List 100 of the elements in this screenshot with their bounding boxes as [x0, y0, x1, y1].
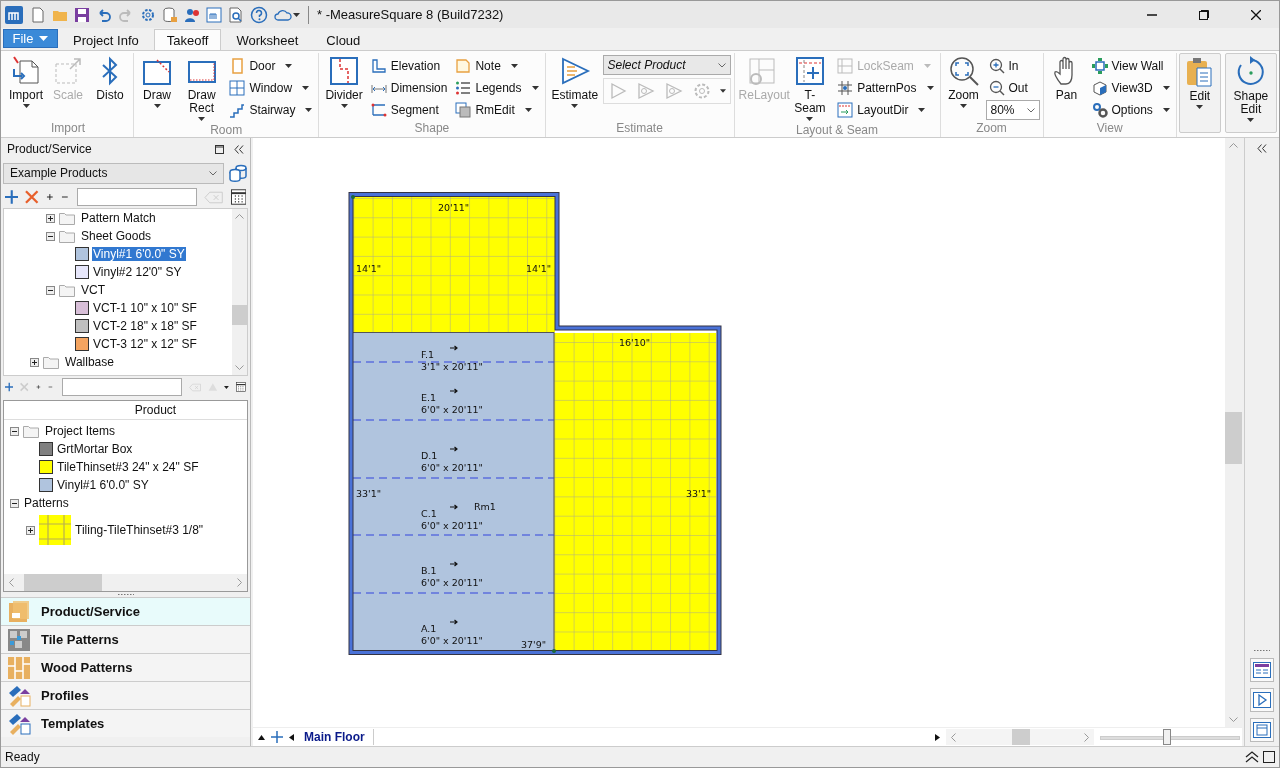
scroll-left-icon[interactable] [289, 733, 294, 741]
collapse-toggle-icon[interactable] [10, 498, 19, 508]
database-icon[interactable] [228, 164, 248, 182]
scrollbar[interactable] [946, 729, 1094, 745]
seam-line[interactable] [352, 592, 555, 594]
tile-area[interactable] [353, 197, 555, 332]
ribbon-button[interactable]: Out [985, 77, 1040, 98]
ribbon-button[interactable]: Divider [322, 53, 366, 121]
nav-item[interactable]: Profiles [1, 681, 250, 709]
splitter-handle[interactable] [1253, 649, 1271, 652]
vertex-dot[interactable] [351, 195, 355, 199]
nav-item[interactable]: Tile Patterns [1, 625, 250, 653]
scrollbar-thumb[interactable] [1012, 729, 1030, 745]
app-logo-icon[interactable] [4, 4, 24, 25]
scroll-up-icon[interactable] [258, 734, 265, 740]
ribbon-button[interactable]: Zoom [943, 53, 984, 121]
nav-item[interactable]: Templates [1, 709, 250, 737]
arrow-down-icon[interactable] [1229, 717, 1238, 723]
tile-area[interactable] [554, 333, 716, 651]
grid-icon[interactable] [236, 379, 246, 395]
caret-icon[interactable] [293, 12, 300, 17]
caret-icon[interactable] [224, 384, 230, 390]
arrow-left-icon[interactable] [950, 732, 956, 742]
arrow-left-icon[interactable] [8, 578, 14, 587]
ribbon-button[interactable]: Options [1088, 99, 1173, 120]
ribbon-button[interactable]: Draw Rect [179, 53, 225, 123]
scrollbar[interactable] [1225, 138, 1242, 727]
expand-toggle-icon[interactable] [30, 357, 39, 367]
add-icon[interactable] [5, 190, 19, 204]
seam-line[interactable] [352, 477, 555, 479]
add-icon[interactable] [271, 731, 283, 743]
layout-panel-button[interactable] [1250, 658, 1274, 682]
column-header[interactable]: Product [4, 401, 247, 420]
arrow-right-icon[interactable] [1084, 732, 1090, 742]
sheet-area[interactable] [353, 332, 554, 651]
ribbon-button[interactable]: RmEdit [452, 99, 542, 120]
scrollbar[interactable] [232, 209, 247, 375]
tree-item[interactable]: Vinyl#1 6'0.0" SY [92, 247, 186, 261]
tree-item[interactable]: Vinyl#2 12'0" SY [92, 265, 183, 279]
file-menu-button[interactable]: File [3, 29, 58, 48]
ribbon-tab[interactable]: Worksheet [223, 29, 312, 50]
ribbon-button[interactable]: Edit [1179, 54, 1220, 132]
ribbon-button[interactable]: Import [6, 53, 46, 121]
ribbon-button[interactable]: Draw [137, 53, 177, 123]
scroll-right-icon[interactable] [935, 733, 940, 741]
arrow-up-icon[interactable] [235, 213, 244, 219]
ribbon-button[interactable]: Estimate [548, 53, 601, 121]
app-box-icon[interactable] [206, 6, 222, 23]
user-award-icon[interactable] [184, 6, 200, 23]
ribbon-button[interactable]: Door [226, 55, 316, 76]
arrow-up-icon[interactable] [1229, 142, 1238, 148]
nav-item[interactable]: Wood Patterns [1, 653, 250, 681]
tree-item[interactable]: VCT-3 12" x 12" SF [92, 337, 198, 351]
ribbon-button[interactable]: Dimension [367, 77, 451, 98]
settings-icon[interactable] [140, 6, 156, 23]
sheet-tab[interactable]: Main Floor [300, 729, 374, 745]
play-panel-button[interactable] [1250, 688, 1274, 712]
collapse-icon[interactable] [234, 144, 244, 154]
ribbon-button[interactable]: Pan [1046, 53, 1087, 121]
square-icon[interactable] [1263, 751, 1275, 763]
ribbon-button[interactable]: PatternPos [834, 77, 937, 98]
tree-item[interactable]: Vinyl#1 6'0.0" SY [56, 478, 150, 492]
zoom-slider[interactable] [1100, 729, 1240, 745]
collapse-all-icon[interactable] [47, 383, 53, 391]
tree-item[interactable]: Wallbase [64, 355, 115, 369]
tree-item[interactable]: VCT-2 18" x 18" SF [92, 319, 198, 333]
arrow-right-icon[interactable] [237, 578, 243, 587]
nav-item[interactable]: Product/Service [1, 597, 250, 625]
expand-toggle-icon[interactable] [26, 525, 35, 535]
search-field[interactable] [61, 378, 182, 396]
pin-icon[interactable] [215, 144, 224, 154]
catalog-dropdown[interactable]: Example Products [3, 162, 224, 184]
save-icon[interactable] [74, 6, 90, 23]
wall-outline[interactable] [348, 192, 722, 655]
slider-thumb[interactable] [1163, 729, 1172, 745]
scrollbar-thumb[interactable] [232, 305, 247, 325]
dropdown-field[interactable]: Select Product [602, 55, 731, 75]
splitter-handle[interactable] [116, 593, 135, 596]
ribbon-tab[interactable]: Takeoff [153, 29, 222, 50]
notes-panel-button[interactable] [1250, 718, 1274, 742]
expand-all-icon[interactable] [35, 383, 41, 391]
expand-panel-icon[interactable] [1257, 144, 1267, 153]
ribbon-button[interactable]: Segment [367, 99, 451, 120]
tree-item[interactable]: VCT-1 10" x 10" SF [92, 301, 198, 315]
ribbon-button[interactable]: Legends [452, 77, 542, 98]
tree-item[interactable]: GrtMortar Box [56, 442, 134, 456]
ribbon-tab[interactable]: Cloud [313, 29, 374, 50]
print-preview-icon[interactable] [228, 6, 244, 23]
tree-item[interactable]: Tiling-TileThinset#3 1/8" [74, 523, 205, 537]
database-icon[interactable] [162, 6, 178, 23]
ribbon-button[interactable]: View3D [1088, 77, 1173, 98]
tree-item[interactable]: Pattern Match [80, 211, 157, 225]
ribbon-button[interactable]: Stairway [226, 99, 316, 120]
ribbon-button[interactable]: LayoutDir [834, 99, 937, 120]
ribbon-button[interactable]: View Wall [1088, 55, 1173, 76]
tree-item[interactable]: Patterns [23, 496, 70, 510]
grid-icon[interactable] [230, 189, 246, 205]
tree-item[interactable]: Project Items [44, 424, 117, 438]
new-document-icon[interactable] [30, 6, 46, 23]
tree-item[interactable]: TileThinset#3 24" x 24" SF [56, 460, 200, 474]
